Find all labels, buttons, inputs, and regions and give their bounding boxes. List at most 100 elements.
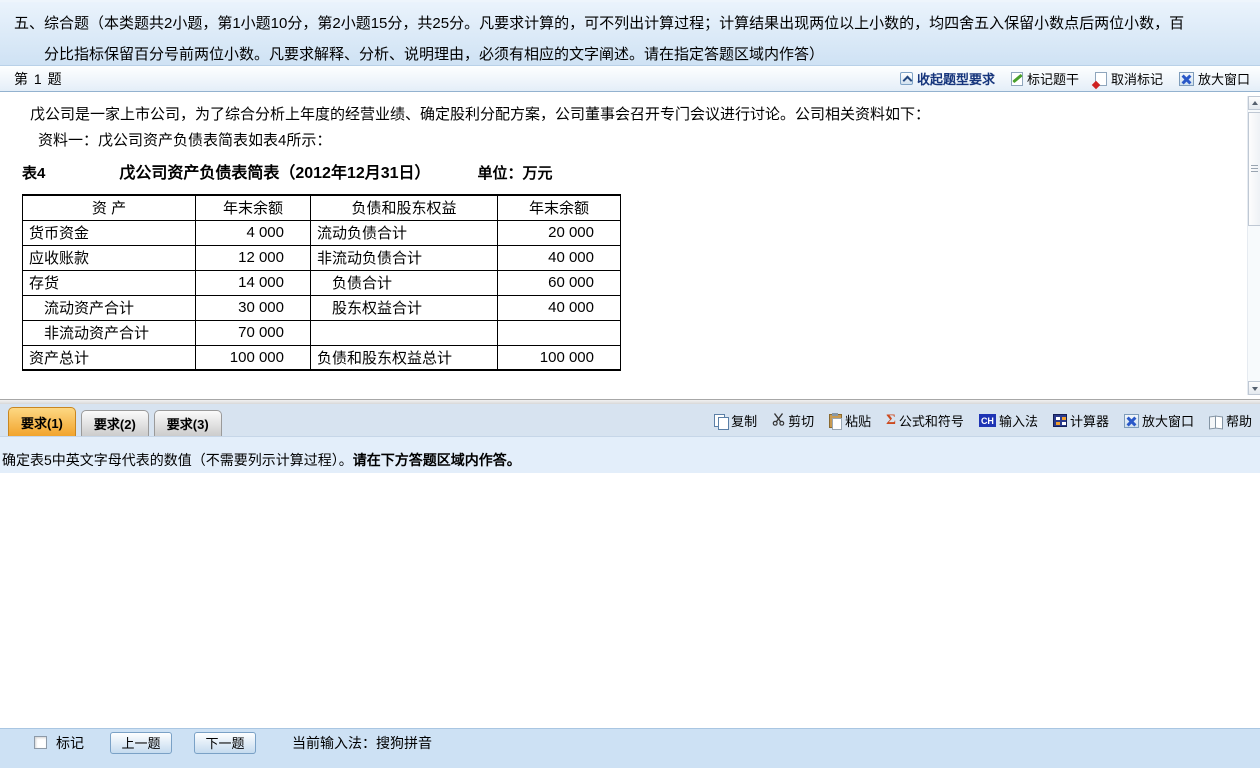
header-assets: 资 产: [23, 195, 196, 220]
instructions-line1: 五、综合题（本类题共2小题，第1小题10分，第2小题15分，共25分。凡要求计算…: [14, 12, 1254, 33]
cancel-mark-icon: [1095, 72, 1107, 86]
requirement-tabstrip: 要求(1) 要求(2) 要求(3) 复制 剪切 粘贴 Σ 公式和符号 CH: [0, 404, 1260, 437]
question-number: 第 1 题: [14, 69, 63, 89]
header-balance-2: 年末余额: [498, 195, 621, 220]
calculator-button[interactable]: 计算器: [1053, 411, 1109, 430]
cell-asset-name: 货币资金: [23, 220, 196, 245]
tab-requirement-2[interactable]: 要求(2): [81, 410, 149, 436]
mark-checkbox[interactable]: [34, 736, 47, 749]
previous-question-button[interactable]: 上一题: [110, 732, 172, 754]
calculator-label: 计算器: [1070, 411, 1109, 430]
cell-liability-value: 40 000: [498, 295, 621, 320]
table-row: 存货 14 000 负债合计 60 000: [23, 270, 621, 295]
table-header-row: 资 产 年末余额 负债和股东权益 年末余额: [23, 195, 621, 220]
table-caption-unit: 单位：万元: [478, 162, 553, 183]
cell-liability-value: [498, 320, 621, 345]
question-content: 戊公司是一家上市公司，为了综合分析上年度的经营业绩、确定股利分配方案，公司董事会…: [0, 92, 1260, 399]
copy-button[interactable]: 复制: [714, 411, 757, 430]
cell-asset-value: 12 000: [196, 245, 311, 270]
help-button[interactable]: 帮助: [1209, 411, 1252, 430]
footer-bar: 标记 上一题 下一题 当前输入法：搜狗拼音: [0, 728, 1260, 768]
instructions-line2: 分比指标保留百分号前两位小数。凡要求解释、分析、说明理由，必须有相应的文字阐述。…: [14, 43, 1254, 64]
cut-button[interactable]: 剪切: [772, 411, 814, 430]
paste-button[interactable]: 粘贴: [829, 411, 871, 430]
table-caption: 表4 戊公司资产负债表简表（2012年12月31日） 单位：万元: [22, 159, 1236, 183]
zoom-window-button[interactable]: 放大窗口: [1124, 411, 1194, 430]
input-method-button[interactable]: CH 输入法: [979, 411, 1038, 430]
cell-asset-value: 14 000: [196, 270, 311, 295]
exam-window: 五、综合题（本类题共2小题，第1小题10分，第2小题15分，共25分。凡要求计算…: [0, 0, 1260, 768]
balance-sheet-table: 资 产 年末余额 负债和股东权益 年末余额 货币资金 4 000 流动负债合计 …: [22, 194, 621, 371]
requirement-text: 确定表5中英文字母代表的数值（不需要列示计算过程）。: [2, 452, 353, 468]
paste-label: 粘贴: [845, 411, 871, 430]
cell-liability-name: 股东权益合计: [311, 295, 498, 320]
question-bar: 第 1 题 收起题型要求 标记题干 取消标记 放大窗口: [0, 66, 1260, 92]
scissors-icon: [772, 413, 785, 429]
table-row: 非流动资产合计 70 000: [23, 320, 621, 345]
mark-checkbox-label: 标记: [56, 733, 84, 753]
requirement-text-strip: 确定表5中英文字母代表的数值（不需要列示计算过程）。请在下方答题区域内作答。: [0, 437, 1260, 473]
content-scrollbar[interactable]: [1247, 96, 1260, 395]
ch-input-icon: CH: [979, 414, 996, 427]
help-label: 帮助: [1226, 411, 1252, 430]
scroll-down-button[interactable]: [1248, 381, 1260, 395]
help-book-icon: [1209, 414, 1223, 428]
table-caption-title: 戊公司资产负债表简表（2012年12月31日）: [119, 159, 430, 183]
cell-liability-value: 60 000: [498, 270, 621, 295]
edit-toolbar: 复制 剪切 粘贴 Σ 公式和符号 CH 输入法 计算器: [714, 411, 1252, 436]
cut-label: 剪切: [788, 411, 814, 430]
sigma-icon: Σ: [886, 413, 896, 428]
cell-liability-value: 40 000: [498, 245, 621, 270]
zoom-window-label: 放大窗口: [1198, 69, 1250, 88]
scrollbar-thumb[interactable]: [1248, 112, 1260, 226]
calculator-icon: [1053, 414, 1067, 427]
table-row: 应收账款 12 000 非流动负债合计 40 000: [23, 245, 621, 270]
cell-liability-name: 负债和股东权益总计: [311, 345, 498, 370]
cell-asset-name: 应收账款: [23, 245, 196, 270]
answer-area[interactable]: [0, 473, 1260, 728]
zoom-window-icon: [1124, 414, 1139, 428]
header-balance-1: 年末余额: [196, 195, 311, 220]
cancel-mark-button[interactable]: 取消标记: [1095, 69, 1163, 88]
cell-asset-value: 70 000: [196, 320, 311, 345]
input-method-label: 输入法: [999, 411, 1038, 430]
formula-symbols-button[interactable]: Σ 公式和符号: [886, 411, 964, 430]
tab-requirement-3[interactable]: 要求(3): [154, 410, 222, 436]
cell-liability-name: 负债合计: [311, 270, 498, 295]
copy-icon: [714, 414, 728, 428]
cell-liability-name: 非流动负债合计: [311, 245, 498, 270]
question-bar-actions: 收起题型要求 标记题干 取消标记 放大窗口: [900, 69, 1250, 88]
table-caption-label: 表4: [22, 162, 45, 183]
cell-asset-value: 100 000: [196, 345, 311, 370]
cell-asset-name: 流动资产合计: [23, 295, 196, 320]
cell-liability-value: 100 000: [498, 345, 621, 370]
question-paragraph-1: 戊公司是一家上市公司，为了综合分析上年度的经营业绩、确定股利分配方案，公司董事会…: [8, 102, 1236, 128]
mark-stem-label: 标记题干: [1027, 69, 1079, 88]
copy-label: 复制: [731, 411, 757, 430]
header-liabilities-equity: 负债和股东权益: [311, 195, 498, 220]
collapse-requirements-button[interactable]: 收起题型要求: [900, 69, 995, 88]
table-row: 货币资金 4 000 流动负债合计 20 000: [23, 220, 621, 245]
cell-asset-name: 资产总计: [23, 345, 196, 370]
cell-liability-name: 流动负债合计: [311, 220, 498, 245]
mark-stem-button[interactable]: 标记题干: [1011, 69, 1079, 88]
formula-symbols-label: 公式和符号: [899, 411, 964, 430]
requirement-bold-text: 请在下方答题区域内作答。: [353, 452, 521, 468]
zoom-window-label: 放大窗口: [1142, 411, 1194, 430]
cell-liability-value: 20 000: [498, 220, 621, 245]
cell-asset-value: 30 000: [196, 295, 311, 320]
table-row: 流动资产合计 30 000 股东权益合计 40 000: [23, 295, 621, 320]
clipboard-icon: [829, 414, 842, 428]
ime-status-text: 当前输入法：搜狗拼音: [292, 733, 432, 753]
tab-requirement-1[interactable]: 要求(1): [8, 407, 76, 436]
cancel-mark-label: 取消标记: [1111, 69, 1163, 88]
cell-asset-name: 非流动资产合计: [23, 320, 196, 345]
pencil-icon: [1011, 72, 1023, 86]
scroll-up-button[interactable]: [1248, 96, 1260, 110]
requirement-tabs: 要求(1) 要求(2) 要求(3): [8, 407, 222, 436]
next-question-button[interactable]: 下一题: [194, 732, 256, 754]
cell-liability-name: [311, 320, 498, 345]
cell-asset-name: 存货: [23, 270, 196, 295]
zoom-window-button[interactable]: 放大窗口: [1179, 69, 1250, 88]
table-row: 资产总计 100 000 负债和股东权益总计 100 000: [23, 345, 621, 370]
